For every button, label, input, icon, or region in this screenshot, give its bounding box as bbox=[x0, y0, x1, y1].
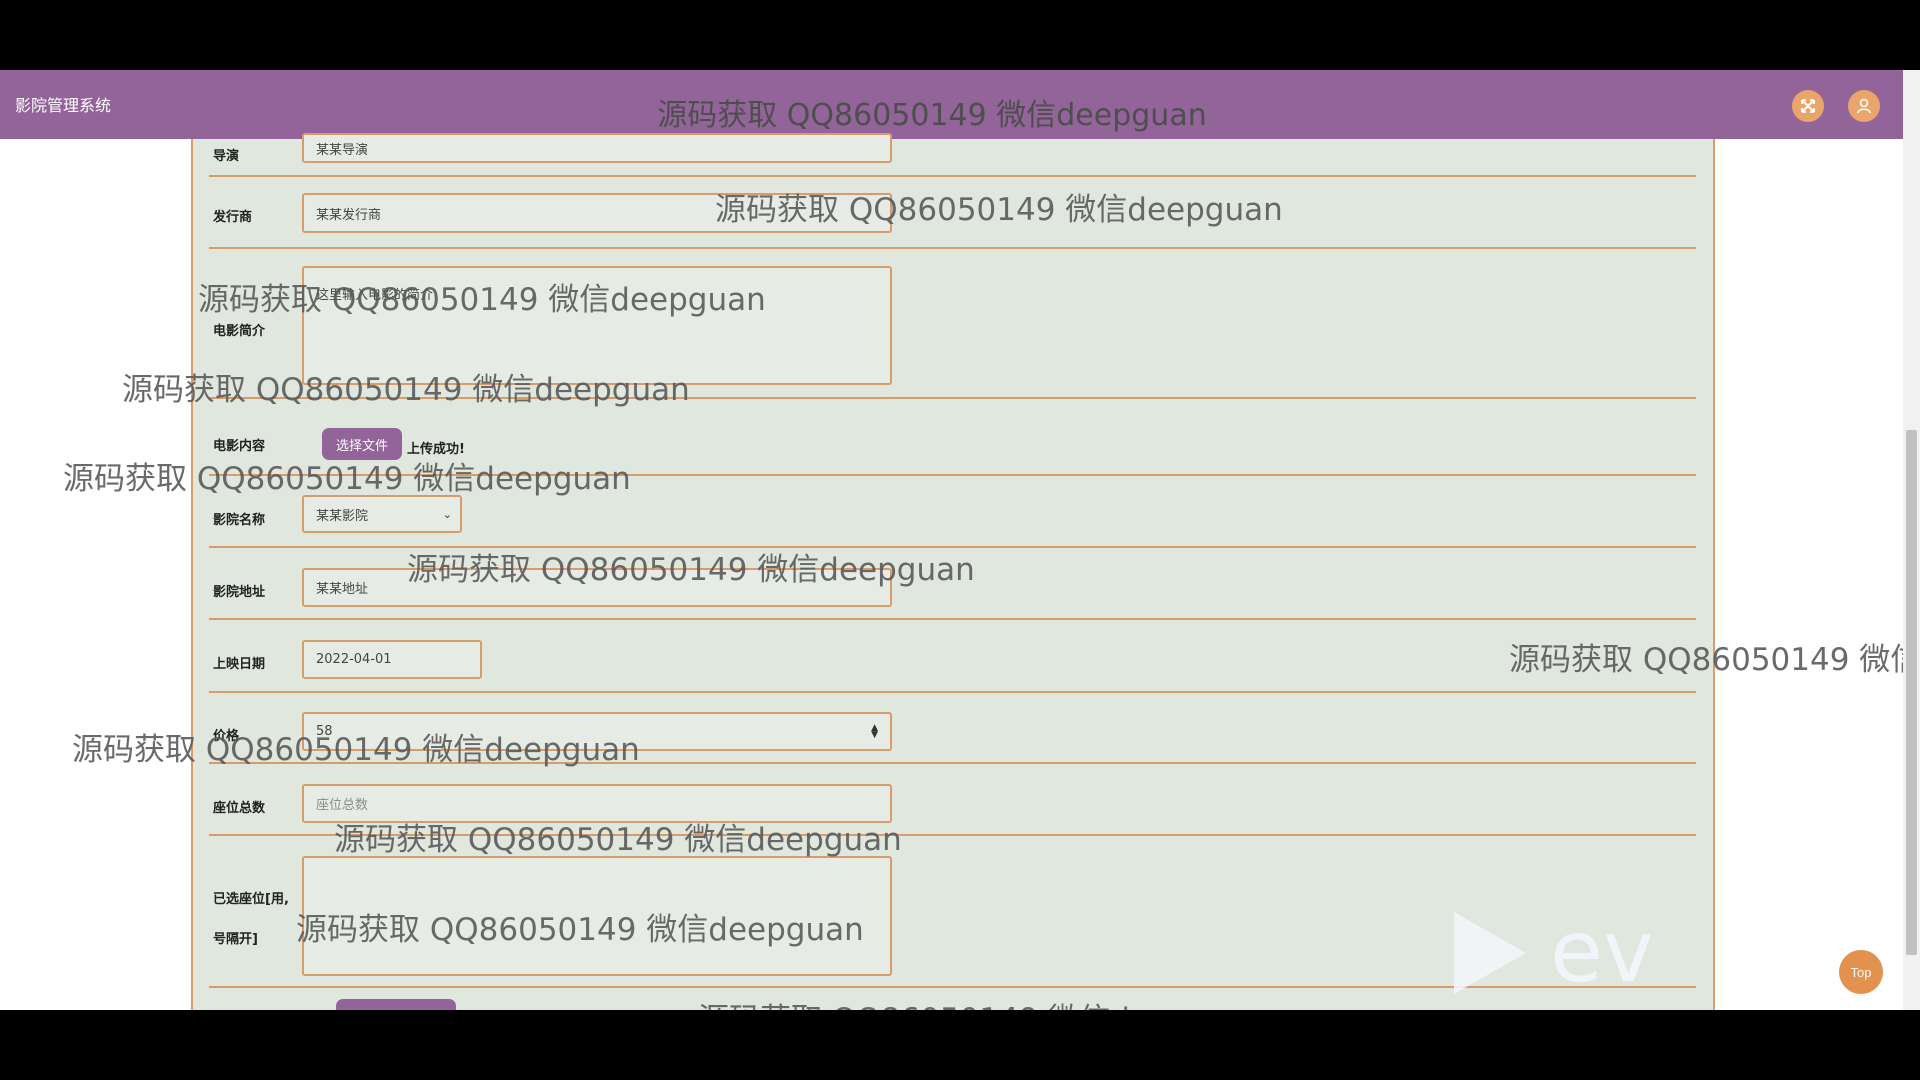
distributor-label: 发行商 bbox=[213, 210, 253, 225]
divider bbox=[209, 175, 1696, 177]
ev-logo: ev bbox=[1450, 908, 1712, 1008]
divider bbox=[209, 762, 1696, 764]
release-date-label: 上映日期 bbox=[213, 657, 266, 672]
upload-status: 上传成功! bbox=[407, 442, 465, 457]
spinner-icon[interactable]: ▲ ▼ bbox=[871, 723, 878, 739]
selected-seats-label-2: 号隔开] bbox=[213, 932, 258, 947]
user-icon bbox=[1857, 98, 1871, 114]
logo-text: ev bbox=[1550, 908, 1654, 1002]
price-input[interactable]: 58 ▲ ▼ bbox=[302, 712, 892, 751]
price-label: 价格 bbox=[213, 729, 240, 744]
user-button[interactable] bbox=[1848, 90, 1880, 122]
content-label: 电影内容 bbox=[213, 439, 266, 454]
director-input[interactable]: 某某导演 bbox=[302, 133, 892, 163]
submit-button[interactable] bbox=[336, 999, 456, 1010]
release-date-input[interactable]: 2022-04-01 bbox=[302, 640, 482, 679]
director-label: 导演 bbox=[213, 149, 240, 164]
header-watermark: 源码获取 QQ86050149 微信deepguan bbox=[657, 98, 1207, 133]
total-seats-input[interactable]: 座位总数 bbox=[302, 784, 892, 823]
divider bbox=[209, 474, 1696, 476]
choose-file-button[interactable]: 选择文件 bbox=[322, 428, 402, 460]
scrollbar[interactable] bbox=[1903, 70, 1920, 1010]
divider bbox=[209, 834, 1696, 836]
synopsis-label: 电影简介 bbox=[213, 324, 266, 339]
total-seats-label: 座位总数 bbox=[213, 801, 266, 816]
top-header: 影院管理系统 源码获取 QQ86050149 微信deepguan bbox=[0, 70, 1903, 139]
divider bbox=[209, 546, 1696, 548]
divider bbox=[209, 247, 1696, 249]
cinema-address-input[interactable]: 某某地址 bbox=[302, 568, 892, 607]
fullscreen-button[interactable] bbox=[1792, 90, 1824, 122]
selected-seats-label: 已选座位[用, bbox=[213, 892, 289, 907]
selected-seats-textarea[interactable] bbox=[302, 856, 892, 976]
scrollbar-thumb[interactable] bbox=[1906, 430, 1917, 955]
cinema-name-select[interactable]: 某某影院 ⌄ bbox=[302, 495, 462, 533]
divider bbox=[209, 618, 1696, 620]
cinema-name-selected: 某某影院 bbox=[316, 508, 369, 524]
cinema-name-label: 影院名称 bbox=[213, 513, 266, 528]
distributor-input[interactable]: 某某发行商 bbox=[302, 193, 892, 233]
play-icon bbox=[1454, 912, 1526, 994]
cinema-address-label: 影院地址 bbox=[213, 585, 266, 600]
expand-icon bbox=[1801, 99, 1815, 113]
chevron-down-icon: ⌄ bbox=[442, 507, 452, 521]
price-value: 58 bbox=[316, 724, 333, 739]
divider bbox=[209, 397, 1696, 399]
total-seats-placeholder: 座位总数 bbox=[316, 798, 369, 813]
form-panel: 导演 某某导演 发行商 某某发行商 电影简介 这里输入电影的简介 电影内容 选择… bbox=[191, 133, 1715, 1010]
synopsis-textarea[interactable]: 这里输入电影的简介 bbox=[302, 266, 892, 385]
browser-viewport: 影院管理系统 源码获取 QQ86050149 微信deepguan 导演 某某导… bbox=[0, 70, 1920, 1010]
divider bbox=[209, 691, 1696, 693]
back-to-top-button[interactable]: Top bbox=[1839, 950, 1883, 994]
